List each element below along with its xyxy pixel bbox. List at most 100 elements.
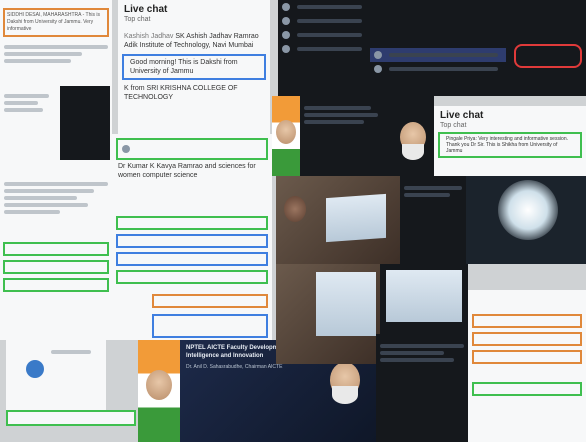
highlighted-message (3, 260, 109, 274)
speaker-beard (332, 386, 358, 404)
chat-message-text: Dr Kumar K Kavya Ramrao and sciences for… (118, 163, 256, 179)
laptop-screen (316, 272, 376, 336)
message-line (380, 344, 464, 348)
avatar (282, 3, 290, 11)
chat-row (278, 14, 370, 28)
chat-row (278, 28, 370, 42)
chat-tile-bottom-right (468, 290, 586, 442)
slide-line (304, 106, 371, 110)
speaker-video (60, 86, 110, 160)
message-line (389, 53, 498, 57)
message-line (297, 5, 362, 9)
chat-message: Dr Kumar K Kavya Ramrao and sciences for… (112, 160, 272, 182)
highlighted-message (116, 234, 268, 248)
highlighted-message (3, 278, 109, 292)
avatar (282, 45, 290, 53)
highlighted-message (6, 410, 136, 426)
chat-tile-center (112, 210, 272, 288)
laptop-screen (326, 193, 386, 243)
webinar-slide-tile (0, 82, 112, 162)
slide-line (4, 101, 38, 105)
chat-row (278, 0, 370, 14)
message-line (4, 189, 94, 193)
speaker-photo-tile (272, 96, 300, 176)
slide-line (304, 113, 378, 117)
webinar-video (300, 96, 434, 176)
chat-message-text: Pingale Priya: Very interesting and info… (446, 136, 569, 154)
slide-line (404, 186, 462, 190)
avatar (122, 145, 130, 153)
avatar (374, 65, 382, 73)
dark-chat-tile (278, 0, 370, 96)
highlighted-message (116, 270, 268, 284)
chat-mode-dropdown[interactable]: Top chat (434, 121, 586, 130)
chat-message-text: K from SRI KRISHNA COLLEGE OF TECHNOLOGY (124, 85, 238, 101)
chat-tile-top-left: SIDDHI DESAI, MAHARASHTRA - This is Daks… (0, 0, 112, 82)
chat-title: Live chat (440, 110, 484, 121)
participant-face (284, 196, 306, 222)
chat-row (278, 42, 370, 56)
avatar (282, 31, 290, 39)
participant-photo (276, 176, 400, 264)
bright-screen-photo (466, 176, 586, 264)
highlighted-message (116, 216, 268, 230)
message-line (4, 45, 108, 49)
message-line (4, 210, 60, 214)
message-line (380, 351, 445, 355)
chat-message-highlighted: Pingale Priya: Very interesting and info… (438, 132, 582, 158)
highlighted-region (514, 44, 582, 68)
chat-tile-center-lower (112, 288, 272, 340)
chat-message: K from SRI KRISHNA COLLEGE OF TECHNOLOGY (118, 82, 270, 104)
logo-icon (26, 360, 44, 378)
chat-row (370, 62, 506, 76)
chat-title: Live chat (124, 4, 168, 15)
chat-message-name: Kashish Jadhav (124, 33, 174, 40)
highlighted-message (472, 314, 582, 328)
chat-tile-center-middle: Dr Kumar K Kavya Ramrao and sciences for… (112, 134, 272, 210)
speaker-beard (402, 144, 424, 160)
slide-line (51, 350, 91, 354)
speaker-face (146, 370, 172, 400)
message-line (380, 358, 454, 362)
message-line (389, 67, 498, 71)
highlighted-message (116, 252, 268, 266)
chat-message: Kashish Jadhav SK Ashish Jadhav Ramrao A… (118, 30, 270, 52)
message-line (4, 196, 77, 200)
slide-line (304, 120, 365, 124)
chat-row (370, 48, 506, 62)
highlighted-message (152, 294, 268, 308)
message-line (297, 33, 362, 37)
dark-chat-tile (506, 0, 586, 96)
screen-glow (498, 180, 558, 240)
message-line (4, 203, 88, 207)
message-line (297, 19, 362, 23)
slide-line (4, 94, 49, 98)
message-line (297, 47, 362, 51)
avatar (374, 51, 382, 59)
dark-chat-tile (370, 0, 506, 96)
laptop-screen (386, 270, 462, 322)
laptop-photo (276, 264, 380, 364)
highlighted-message: SIDDHI DESAI, MAHARASHTRA - This is Daks… (3, 8, 109, 37)
slide-tile-bottom-left (6, 340, 106, 410)
chat-tile-left-middle (0, 162, 112, 340)
live-chat-panel-right: Live chat Top chat Pingale Priya: Very i… (434, 106, 586, 176)
highlighted-message (472, 382, 582, 396)
speaker-face (276, 120, 296, 144)
slide-line (404, 193, 451, 197)
highlighted-message (116, 138, 268, 160)
chat-message-highlighted: Good morning! This is Dakshi from Univer… (122, 54, 266, 80)
chat-message-text: Good morning! This is Dakshi from Univer… (130, 59, 238, 75)
message-line (4, 59, 72, 63)
highlighted-message (152, 314, 268, 338)
video-tile (380, 264, 468, 334)
message-line (4, 52, 83, 56)
highlighted-message (472, 350, 582, 364)
speaker-photo-tile (138, 340, 180, 442)
highlighted-message (3, 242, 109, 256)
avatar (282, 17, 290, 25)
dark-chat-tile-bottom (376, 334, 468, 442)
chat-mode-dropdown[interactable]: Top chat (118, 15, 270, 24)
highlighted-message (472, 332, 582, 346)
slide-line (4, 108, 44, 112)
